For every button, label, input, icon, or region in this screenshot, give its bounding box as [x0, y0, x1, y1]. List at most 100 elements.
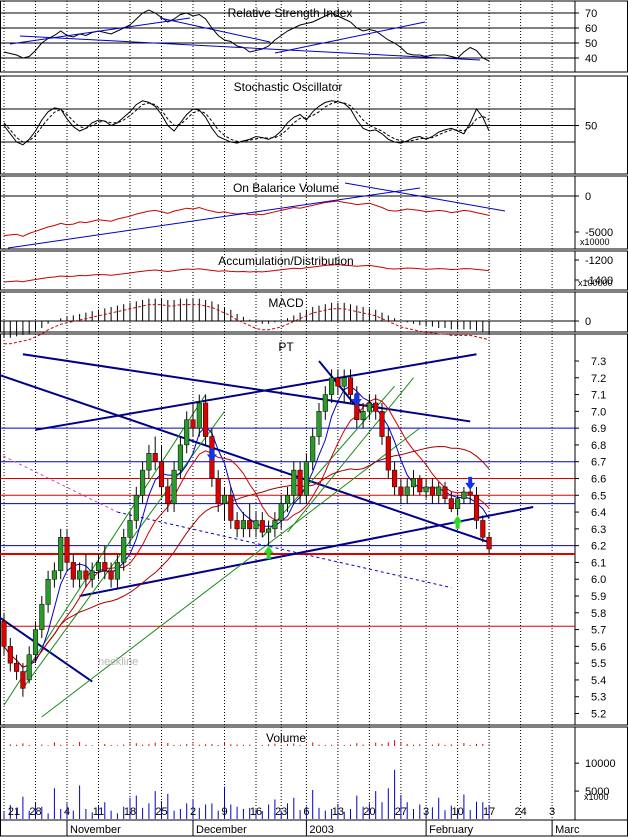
day-label: 4	[64, 806, 70, 818]
neckline-label: neckline	[98, 656, 138, 668]
buy-arrow-icon	[452, 515, 463, 529]
tick-label: 5.4	[591, 675, 606, 687]
tick-label: 5.2	[591, 709, 606, 721]
buy-arrow-icon	[263, 546, 274, 559]
candle-body	[429, 486, 435, 496]
candle-body	[77, 570, 83, 580]
candle-body	[70, 562, 76, 580]
candle-body	[39, 604, 45, 630]
plot-layer: 70605040500-5000-1200-140007.37.27.17.06…	[0, 8, 616, 836]
tick-label: 6.3	[591, 524, 606, 536]
stock-chart: 70605040500-5000-1200-140007.37.27.17.06…	[0, 0, 628, 837]
tick-label: 5.3	[591, 692, 606, 704]
upper-channel	[22, 353, 471, 423]
candle-body	[335, 377, 341, 387]
candle-body	[190, 419, 196, 429]
day-label: 20	[363, 806, 375, 818]
candle-body	[347, 377, 354, 395]
tick-label: 70	[585, 8, 597, 20]
candle-body	[215, 478, 221, 504]
tick-label: 6.0	[591, 574, 606, 586]
tick-label: 7.0	[591, 406, 606, 418]
tick-label: 10000	[585, 758, 616, 770]
panel-frame	[0, 333, 628, 726]
candle-body	[146, 453, 152, 471]
candle-body	[83, 570, 89, 580]
candle-body	[203, 402, 209, 437]
candle-body	[467, 491, 473, 496]
candle-body	[158, 461, 165, 488]
day-label: 23	[275, 806, 287, 818]
candle-body	[140, 469, 146, 496]
tick-label: 5.9	[591, 591, 606, 603]
tick-label: 7.3	[591, 356, 606, 368]
candle-body	[423, 486, 429, 493]
candle-body	[247, 520, 253, 530]
candle-body	[133, 495, 139, 521]
tick-label: 50	[585, 38, 597, 50]
long-downtrend	[0, 374, 490, 544]
tick-label: -1200	[585, 255, 613, 267]
rsi-title: Relative Strength Index	[228, 6, 353, 20]
month-label: February	[429, 824, 474, 836]
month-label: 2003	[309, 824, 333, 836]
candle-body	[310, 436, 316, 462]
tick-label: 5.5	[591, 658, 606, 670]
tick-label: 6.9	[591, 423, 606, 435]
candle-body	[240, 520, 246, 530]
candle-body	[297, 469, 303, 496]
candle-body	[266, 528, 272, 533]
candle-body	[14, 662, 20, 672]
candle-body	[303, 461, 309, 496]
tick-label: 40	[585, 53, 597, 65]
candle-body	[385, 436, 391, 471]
candle-body	[171, 469, 177, 504]
candle-body	[114, 562, 120, 580]
candle-body	[259, 520, 265, 533]
macd-title: MACD	[268, 296, 304, 310]
candle-body	[1, 620, 7, 647]
candle-body	[108, 570, 114, 580]
day-label: 3	[423, 806, 429, 818]
candle-body	[373, 402, 379, 412]
day-label: 3	[549, 806, 555, 818]
ad-multiplier: x100000	[578, 278, 613, 288]
candle-body	[26, 654, 32, 681]
macd-signal-line	[4, 304, 490, 345]
day-label: 18	[124, 806, 136, 818]
candle-body	[278, 503, 284, 521]
tick-label: 7.1	[591, 390, 606, 402]
candle-body	[165, 486, 171, 504]
tick-label: 5.7	[591, 625, 606, 637]
day-label: 24	[514, 806, 526, 818]
candle-body	[51, 570, 57, 580]
tick-label: 6.8	[591, 440, 606, 452]
tick-label: 7.2	[591, 373, 606, 385]
ad-title: Accumulation/Distribution	[218, 254, 353, 268]
candle-body	[20, 671, 26, 689]
month-label: December	[196, 824, 247, 836]
tick-label: 6.6	[591, 474, 606, 486]
candle-body	[272, 520, 278, 530]
candle-body	[284, 495, 291, 504]
stoch-title: Stochastic Oscillator	[234, 80, 343, 94]
obv-title: On Balance Volume	[233, 181, 339, 195]
candle-body	[234, 520, 240, 530]
candle-body	[121, 537, 127, 563]
candle-body	[448, 498, 454, 509]
obv-multiplier: x10000	[580, 237, 610, 247]
candle-body	[322, 394, 328, 412]
candle-body	[417, 478, 423, 493]
candle-body	[7, 646, 13, 664]
candle-body	[253, 520, 259, 530]
day-label: 6	[303, 806, 309, 818]
candle-body	[89, 570, 95, 580]
grid-layer	[0, 0, 628, 837]
candle-body	[102, 562, 108, 572]
price-title: PT	[278, 340, 294, 354]
candle-body	[436, 486, 442, 496]
rsi-trendline	[159, 17, 271, 43]
candle-body	[95, 562, 102, 572]
candle-body	[486, 537, 492, 550]
tick-label: 6.2	[591, 541, 606, 553]
